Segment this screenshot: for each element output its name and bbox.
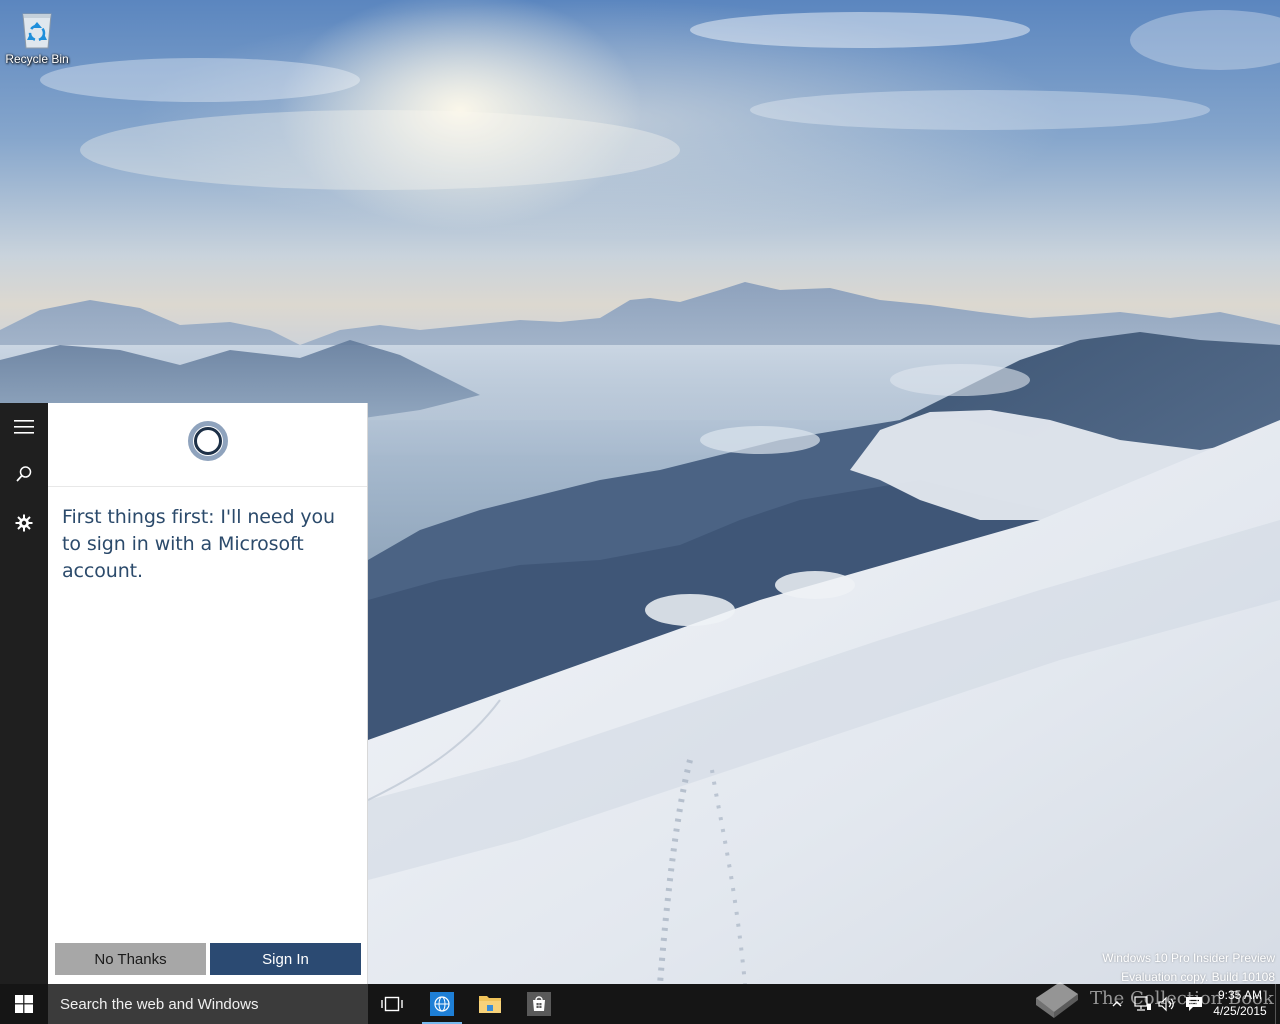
cortana-panel: First things first: I'll need you to sig… (48, 403, 368, 984)
clock-time: 9:35 AM (1217, 988, 1263, 1002)
desktop-icon-label: Recycle Bin (5, 52, 69, 66)
search-placeholder: Search the web and Windows (60, 995, 259, 1013)
show-hidden-icons-button[interactable] (1108, 984, 1126, 1024)
taskbar-clock[interactable]: 9:35 AM 4/25/2015 (1206, 987, 1274, 1021)
taskbar-app-file-explorer[interactable] (466, 984, 514, 1024)
taskbar-search-box[interactable]: Search the web and Windows (48, 984, 368, 1024)
volume-button[interactable] (1156, 984, 1178, 1024)
hamburger-menu-button[interactable] (0, 403, 48, 451)
search-icon (16, 466, 32, 482)
taskbar-app-browser[interactable] (418, 984, 466, 1024)
gear-icon (15, 514, 33, 532)
search-rail-button[interactable] (0, 450, 48, 498)
cortana-message: First things first: I'll need you to sig… (62, 506, 335, 582)
hamburger-menu-icon (14, 420, 34, 434)
cortana-header (48, 403, 367, 487)
chevron-up-icon (1112, 1001, 1122, 1007)
sign-in-button[interactable]: Sign In (210, 943, 361, 975)
store-bag-icon (527, 992, 551, 1016)
show-desktop-button[interactable] (1275, 984, 1280, 1024)
start-button[interactable] (0, 984, 48, 1024)
network-button[interactable] (1132, 984, 1154, 1024)
watermark-edition: Windows 10 Pro Insider Preview (1102, 951, 1275, 965)
cortana-ring-icon (187, 420, 228, 461)
windows-logo-icon (15, 995, 33, 1013)
cortana-actions: No Thanks Sign In (55, 943, 361, 975)
taskbar: Search the web and Windows 9:35 AM 4/25/… (0, 984, 1280, 1024)
recycle-bin-icon (18, 8, 56, 50)
action-center-icon (1186, 997, 1202, 1011)
task-view-button[interactable] (368, 984, 416, 1024)
no-thanks-button[interactable]: No Thanks (55, 943, 206, 975)
action-center-button[interactable] (1182, 984, 1206, 1024)
settings-rail-button[interactable] (0, 499, 48, 547)
taskbar-app-store[interactable] (515, 984, 563, 1024)
task-view-icon (381, 996, 403, 1012)
globe-icon (430, 992, 454, 1016)
desktop-icon-recycle-bin[interactable]: Recycle Bin (2, 6, 72, 76)
volume-icon (1158, 996, 1174, 1012)
cortana-side-rail (0, 403, 48, 984)
windows-watermark: Windows 10 Pro Insider Preview Evaluatio… (1102, 949, 1275, 987)
folder-icon (479, 996, 501, 1013)
clock-date: 4/25/2015 (1213, 1004, 1267, 1018)
network-icon (1134, 996, 1151, 1011)
